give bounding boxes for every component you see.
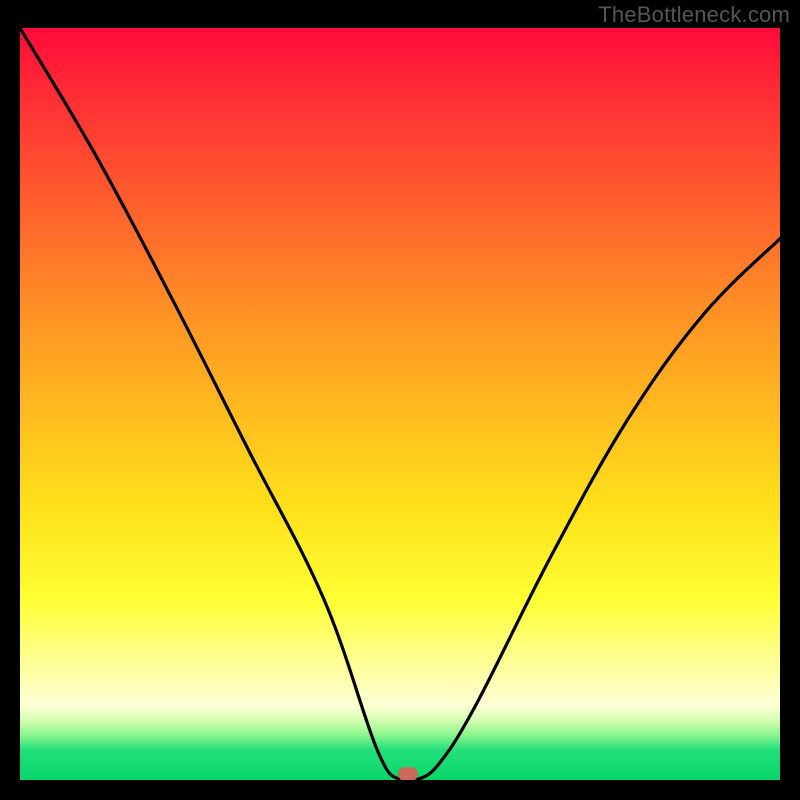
bottleneck-curve-path	[20, 28, 780, 780]
optimal-point-marker	[398, 767, 418, 780]
plot-area	[20, 28, 780, 780]
watermark-text: TheBottleneck.com	[598, 2, 790, 28]
curve-overlay	[20, 28, 780, 780]
chart-frame: TheBottleneck.com	[0, 0, 800, 800]
